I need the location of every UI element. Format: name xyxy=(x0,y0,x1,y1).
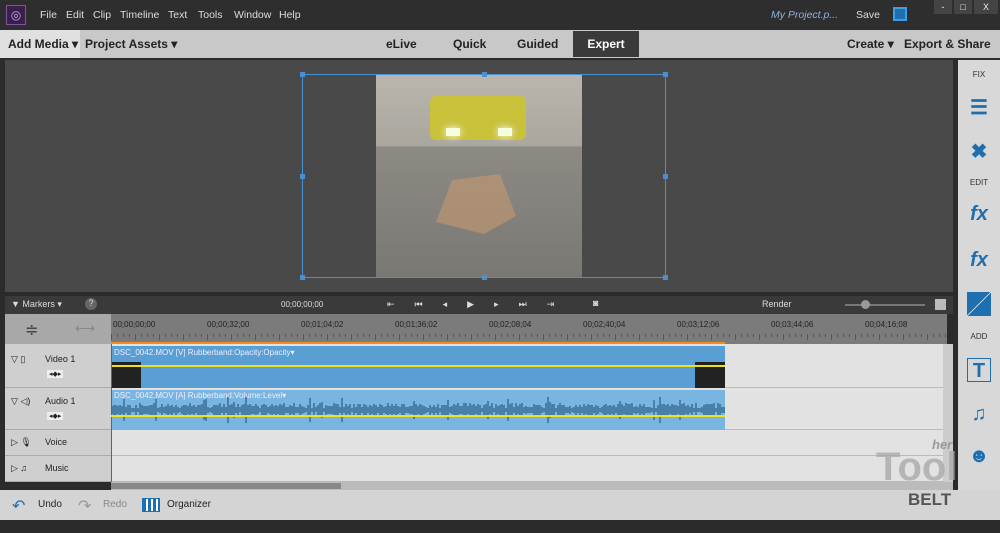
snapshot-icon[interactable]: ◙ xyxy=(593,298,598,308)
undo-icon[interactable]: ↶ xyxy=(12,496,25,516)
markers-button[interactable]: ▼ Markers ▾ xyxy=(11,299,62,310)
ruler-tick-label: 00;00;00;00 xyxy=(113,320,155,329)
ruler-tick-label: 00;04;16;08 xyxy=(865,320,907,329)
adjustments-icon[interactable]: ☰ xyxy=(967,96,991,120)
track-name: Voice xyxy=(45,437,67,447)
fx-icon[interactable]: fx xyxy=(967,248,991,272)
tab-elive[interactable]: eLive xyxy=(386,37,417,51)
zoom-slider[interactable] xyxy=(845,304,925,306)
render-button[interactable]: Render xyxy=(762,299,792,309)
track-settings-icon[interactable]: ≑ xyxy=(25,320,38,340)
bottom-bar: ↶ Undo ↷ Redo Organizer xyxy=(0,490,1000,520)
clip-label: DSC_0042.MOV [V] Rubberband:Opacity:Opac… xyxy=(114,348,295,357)
menu-help[interactable]: Help xyxy=(279,9,301,21)
fix-label: FIX xyxy=(958,70,1000,79)
add-label: ADD xyxy=(958,332,1000,341)
tab-quick[interactable]: Quick xyxy=(453,37,486,51)
timecode: 00;00;00;00 xyxy=(281,300,323,309)
edit-label: EDIT xyxy=(958,178,1000,187)
ruler-tick-label: 00;03;12;06 xyxy=(677,320,719,329)
transport-controls[interactable]: ⇤⏮◂▶▸⏭⇥ xyxy=(387,299,574,310)
audio-mixer-icon[interactable]: ⟷ xyxy=(75,320,95,337)
menu-tools[interactable]: Tools xyxy=(198,9,223,21)
maximize-button[interactable]: □ xyxy=(954,0,972,14)
volume-rubberband[interactable] xyxy=(111,415,725,417)
fx-edit-icon[interactable]: fx xyxy=(967,202,991,226)
redo-icon[interactable]: ↷ xyxy=(78,496,91,516)
close-button[interactable]: X xyxy=(974,0,998,14)
timeline-ruler[interactable]: ≑ ⟷ 00;00;00;00 00;00;32;00 00;01;04;02 00;… xyxy=(5,314,947,344)
export-share-button[interactable]: Export & Share xyxy=(904,37,991,51)
watermark-logo: her Tool BELT xyxy=(876,435,986,515)
project-name: My Project.p... xyxy=(771,9,838,21)
menu-clip[interactable]: Clip xyxy=(93,9,111,21)
add-media-button[interactable]: Add Media ▾ xyxy=(0,30,80,58)
music-icon[interactable]: ♫ xyxy=(967,402,991,426)
track-header-video-1: ▽ ▯ Video 1 ◂◆▸ xyxy=(5,344,111,388)
markers-label: Markers ▾ xyxy=(22,299,62,309)
opacity-rubberband[interactable] xyxy=(111,365,725,367)
video-clip[interactable]: DSC_0042.MOV [V] Rubberband:Opacity:Opac… xyxy=(111,346,725,388)
ruler-tick-label: 00;03;44;06 xyxy=(771,320,813,329)
track-name: Video 1 xyxy=(45,354,75,364)
mode-bar: Add Media ▾ Project Assets ▾ eLive Quick… xyxy=(0,30,1000,58)
audio-clip[interactable]: DSC_0042.MOV [A] Rubberband:Volume:Level… xyxy=(111,390,725,430)
selection-frame[interactable] xyxy=(302,74,666,278)
organizer-icon[interactable] xyxy=(142,498,160,512)
menu-edit[interactable]: Edit xyxy=(66,9,84,21)
menu-window[interactable]: Window xyxy=(234,9,271,21)
track-name: Audio 1 xyxy=(45,396,76,406)
create-button[interactable]: Create ▾ xyxy=(847,37,894,51)
help-icon[interactable]: ? xyxy=(85,298,97,310)
title-bar: ◎ File Edit Clip Timeline Text Tools Win… xyxy=(0,0,1000,30)
ruler-tick-label: 00;01;04;02 xyxy=(301,320,343,329)
ruler-tick-label: 00;02;40;04 xyxy=(583,320,625,329)
preview-monitor xyxy=(5,60,953,292)
save-button[interactable]: Save xyxy=(856,9,880,21)
keyframe-controls[interactable]: ◂◆▸ xyxy=(47,370,63,378)
timeline-tracks: ▽ ▯ Video 1 ◂◆▸ DSC_0042.MOV [V] Rubberban… xyxy=(5,344,943,482)
minimize-button[interactable]: - xyxy=(934,0,952,14)
ruler-tick-label: 00;00;32;00 xyxy=(207,320,249,329)
tools-icon[interactable]: ✖ xyxy=(967,140,991,164)
menu-file[interactable]: File xyxy=(40,9,57,21)
track-name: Music xyxy=(45,463,69,473)
tab-expert[interactable]: Expert xyxy=(573,31,639,57)
panel-toggle-icon[interactable] xyxy=(935,299,946,310)
project-assets-button[interactable]: Project Assets ▾ xyxy=(85,37,177,51)
ruler-tick-label: 00;01;36;02 xyxy=(395,320,437,329)
title-icon[interactable]: T xyxy=(967,358,991,382)
track-header-music: ▷ ♫ Music xyxy=(5,456,111,482)
horizontal-scrollbar[interactable] xyxy=(111,482,953,490)
ruler-tick-label: 00;02;08;04 xyxy=(489,320,531,329)
menu-timeline[interactable]: Timeline xyxy=(120,9,159,21)
fullscreen-icon[interactable] xyxy=(893,7,907,21)
keyframe-controls[interactable]: ◂◆▸ xyxy=(47,412,63,420)
right-panel: FIX ☰ ✖ EDIT fx fx ADD T ♫ ☻ xyxy=(958,60,1000,490)
transitions-icon[interactable] xyxy=(967,292,991,316)
undo-button[interactable]: Undo xyxy=(38,499,62,510)
app-logo-icon: ◎ xyxy=(6,5,26,25)
menu-text[interactable]: Text xyxy=(168,9,187,21)
redo-button[interactable]: Redo xyxy=(103,499,127,510)
track-header-audio-1: ▽ ◁) Audio 1 ◂◆▸ xyxy=(5,388,111,430)
clip-label: DSC_0042.MOV [A] Rubberband:Volume:Level… xyxy=(114,391,286,400)
tab-guided[interactable]: Guided xyxy=(517,37,558,51)
playhead[interactable] xyxy=(111,344,112,482)
organizer-button[interactable]: Organizer xyxy=(167,499,211,510)
timeline-toolbar: ▼ Markers ▾ ? 00;00;00;00 ⇤⏮◂▶▸⏭⇥ ◙ Rend… xyxy=(5,296,953,314)
track-header-voice: ▷ 🎙 Voice xyxy=(5,430,111,456)
